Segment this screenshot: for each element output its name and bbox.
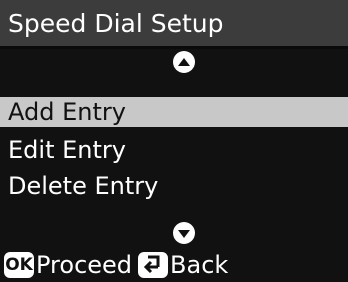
scroll-down-arrow-icon[interactable]: [173, 222, 195, 244]
page-title: Speed Dial Setup: [8, 8, 224, 38]
ok-key-icon[interactable]: OK: [4, 251, 34, 278]
proceed-label: Proceed: [36, 250, 133, 279]
menu-list: Add Entry Edit Entry Delete Entry: [0, 97, 348, 204]
menu-item-label: Edit Entry: [8, 136, 126, 164]
menu-item-label: Add Entry: [8, 98, 126, 126]
back-label: Back: [170, 250, 229, 279]
title-bar: Speed Dial Setup: [0, 0, 348, 46]
scroll-up-arrow-icon[interactable]: [173, 51, 195, 73]
lcd-screen: Speed Dial Setup Add Entry Edit Entry De…: [0, 0, 348, 282]
menu-item-delete-entry[interactable]: Delete Entry: [0, 168, 348, 204]
title-divider: [0, 46, 348, 49]
menu-item-label: Delete Entry: [8, 172, 159, 200]
menu-item-add-entry[interactable]: Add Entry: [0, 97, 348, 127]
menu-item-edit-entry[interactable]: Edit Entry: [0, 132, 348, 168]
back-return-arrow-icon[interactable]: [138, 251, 169, 278]
button-hint-bar: OK Proceed Back: [0, 247, 348, 282]
